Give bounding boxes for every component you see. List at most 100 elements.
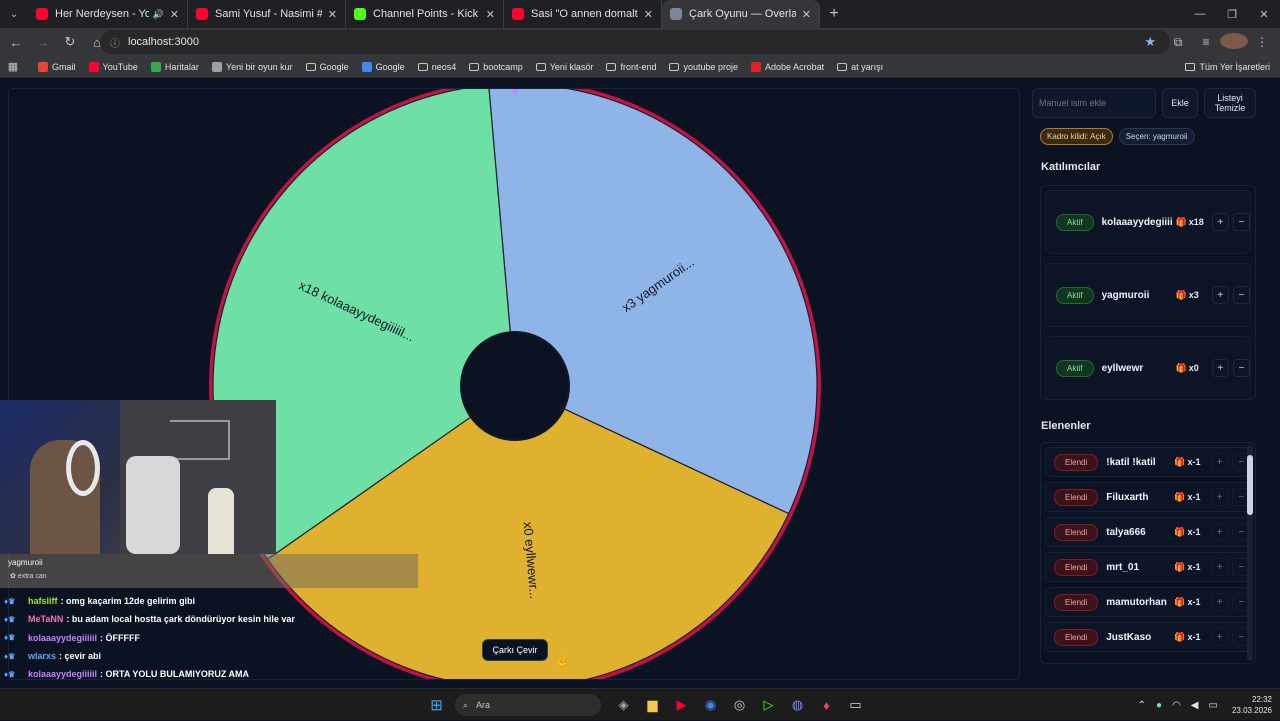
tab-1[interactable]: Sami Yusuf - Nasimi #worldmusic ✕ (188, 0, 346, 28)
reading-list-icon[interactable]: ≡ (1192, 35, 1220, 49)
youtube-app-icon[interactable]: ▶ (667, 689, 696, 721)
microphone-icon[interactable]: ● (1156, 700, 1162, 711)
tab-search-button[interactable]: ⌄ (0, 0, 28, 28)
folder-icon (606, 62, 617, 71)
back-icon[interactable]: ← (4, 30, 28, 54)
bookmark-star-icon[interactable]: ★ (1144, 34, 1156, 50)
terminal-icon[interactable]: ▭ (841, 689, 870, 721)
bookmark-item[interactable]: Gmail (38, 61, 76, 72)
bookmark-item[interactable]: Google (305, 62, 349, 72)
scrollbar[interactable] (1247, 445, 1253, 661)
plus-icon[interactable]: + (1210, 488, 1229, 506)
bookmark-item[interactable]: Adobe Acrobat (751, 61, 825, 72)
forward-icon[interactable]: → (31, 30, 55, 54)
site-info-icon[interactable]: ⓘ (110, 35, 120, 50)
chat-text: : ÖFFFFF (100, 632, 141, 643)
obs-icon[interactable]: ◎ (725, 689, 754, 721)
file-explorer-icon[interactable]: ▆ (638, 689, 667, 721)
close-window-icon[interactable]: ✕ (1248, 0, 1280, 28)
profile-avatar[interactable] (1220, 32, 1248, 52)
minimize-icon[interactable]: — (1184, 0, 1216, 28)
app-icon[interactable]: ♦ (812, 689, 841, 721)
webcam-overlay (0, 400, 276, 554)
eliminated-card: Elendi mrt_01 🎁 x-1 + − (1045, 552, 1251, 582)
bookmark-item[interactable]: Yeni klasör (535, 62, 593, 72)
wifi-icon[interactable]: ◠ (1172, 700, 1181, 711)
tab-0[interactable]: Her Nerdeysen - YouTube 🔊 ✕ (28, 0, 188, 28)
plus-icon[interactable]: + (1210, 523, 1229, 541)
gift-icon: 🎁 (1174, 596, 1186, 607)
bookmark-item[interactable]: at yarışı (837, 62, 883, 72)
discord-icon[interactable]: ◍ (783, 689, 812, 721)
close-icon[interactable]: ✕ (328, 8, 337, 21)
battery-icon[interactable]: ▭ (1209, 700, 1218, 711)
plus-icon[interactable]: + (1210, 453, 1229, 471)
bookmark-item[interactable]: Google (361, 61, 405, 72)
bookmark-label: Adobe Acrobat (765, 61, 825, 72)
apps-icon[interactable]: ▦ (0, 60, 26, 73)
manual-name-input[interactable] (1032, 88, 1156, 118)
status-badge: Aktif (1056, 286, 1094, 304)
scroll-thumb[interactable] (1247, 455, 1253, 515)
kick-app-icon[interactable]: ▷ (754, 689, 783, 721)
bookmark-item[interactable]: youtube proje (669, 62, 738, 72)
reload-icon[interactable]: ↻ (58, 30, 82, 54)
extensions-icon[interactable]: ⧉ (1164, 35, 1192, 50)
participant-name: talya666 (1106, 526, 1146, 538)
add-button[interactable]: Ekle (1162, 88, 1198, 118)
bookmark-item[interactable]: bootcamp (469, 62, 523, 72)
plus-icon[interactable]: + (1211, 359, 1229, 377)
tab-3[interactable]: Sasi "O annen domaltılacak" diye ✕ (504, 0, 662, 28)
chat-message: ♦♛ wlarxs: çevir abi (4, 647, 524, 665)
badge-icon: ♦♛ (4, 669, 16, 679)
close-icon[interactable]: ✕ (644, 8, 653, 21)
site-icon (211, 61, 222, 72)
bookmark-item[interactable]: front-end (606, 62, 656, 72)
gift-icon: 🎁 (1174, 561, 1186, 572)
tab-2[interactable]: Channel Points - Kick Dashboard ✕ (346, 0, 504, 28)
plus-icon[interactable]: + (1210, 558, 1229, 576)
entry-count: x-1 (1187, 527, 1201, 537)
statue (208, 488, 234, 554)
bookmark-item[interactable]: Haritalar (150, 61, 199, 72)
restore-icon[interactable]: ❐ (1216, 0, 1248, 28)
minus-icon[interactable]: − (1232, 359, 1250, 377)
minus-icon[interactable]: − (1232, 286, 1250, 304)
clear-list-button[interactable]: Listeyi Temizle (1204, 88, 1256, 118)
close-icon[interactable]: ✕ (802, 8, 811, 21)
chrome-icon[interactable]: ◉ (696, 689, 725, 721)
widgets-icon[interactable]: ◈ (609, 689, 638, 721)
bookmark-item[interactable]: neos4 (417, 62, 456, 72)
address-bar[interactable]: ⓘ localhost:3000 ★ (100, 30, 1170, 54)
youtube-icon (512, 8, 524, 20)
volume-icon[interactable]: ◀ (1191, 700, 1199, 711)
roster-lock-chip[interactable]: Kadro kilidi: Açık (1040, 128, 1113, 145)
taskbar: ⊞ ⌕ Ara ◈ ▆ ▶ ◉ ◎ ▷ ◍ ♦ ▭ ⌃ ● ◠ ◀ ▭ 22:3… (0, 688, 1280, 720)
audio-icon[interactable]: 🔊 (153, 9, 164, 20)
menu-icon[interactable]: ⋮ (1248, 35, 1276, 49)
bookmark-item[interactable]: Yeni bir oyun kur (211, 61, 293, 72)
plus-icon[interactable]: + (1211, 213, 1229, 231)
participants-title: Katılımcılar (1041, 161, 1101, 173)
bookmark-item[interactable]: YouTube (88, 61, 138, 72)
close-icon[interactable]: ✕ (170, 8, 179, 21)
entry-count: x-1 (1187, 457, 1201, 467)
taskbar-search[interactable]: ⌕ Ara (455, 694, 601, 716)
folder-icon (1185, 62, 1196, 71)
plus-icon[interactable]: + (1210, 628, 1229, 646)
google-icon (361, 61, 372, 72)
plus-icon[interactable]: + (1210, 593, 1229, 611)
minus-icon[interactable]: − (1232, 213, 1250, 231)
close-icon[interactable]: ✕ (486, 8, 495, 21)
badge-icon: ♦♛ (4, 596, 16, 606)
participant-name: yagmuroii (1101, 289, 1150, 301)
tab-4[interactable]: Çark Oyunu — Overlay ✕ (662, 0, 820, 28)
clock[interactable]: 22:32 23.03.2026 (1232, 694, 1272, 716)
windows-start-icon[interactable]: ⊞ (422, 689, 451, 721)
gift-icon: 🎁 (1175, 216, 1187, 227)
all-bookmarks[interactable]: Tüm Yer İşaretleri (1185, 62, 1270, 72)
new-tab-button[interactable]: + (820, 5, 848, 23)
chevron-up-icon[interactable]: ⌃ (1138, 700, 1146, 711)
plus-icon[interactable]: + (1211, 286, 1229, 304)
participant-name: JustKaso (1106, 631, 1152, 643)
